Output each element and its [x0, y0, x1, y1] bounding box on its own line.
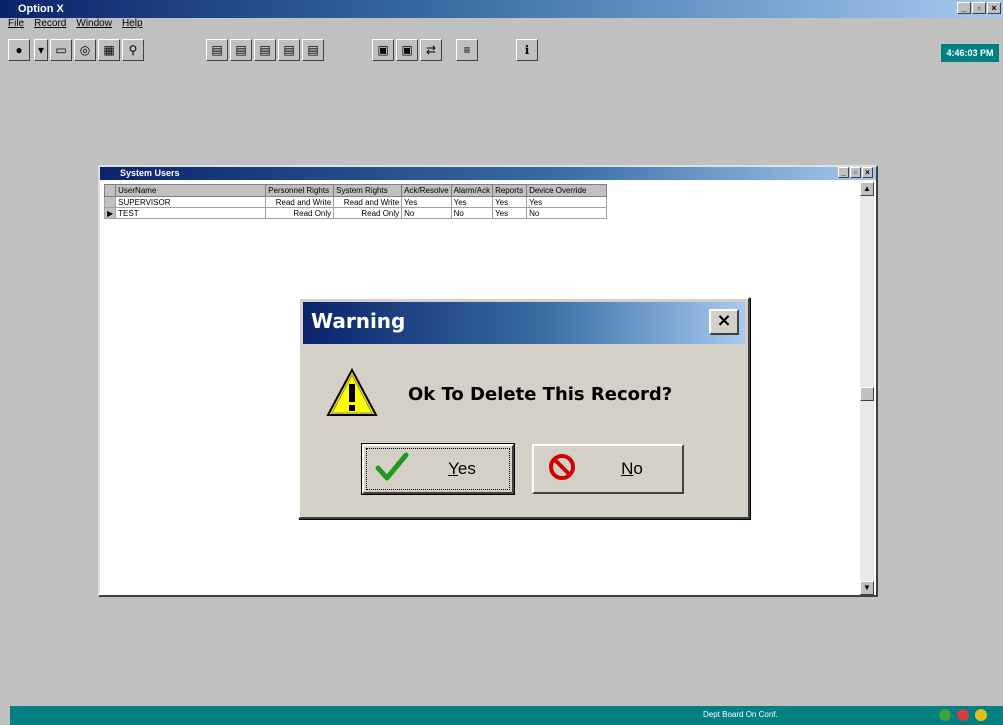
doc-icon-1[interactable]: ▤: [206, 39, 228, 61]
menu-file[interactable]: File: [8, 18, 24, 32]
dialog-titlebar: Warning ×: [303, 302, 745, 344]
checkmark-icon: [372, 452, 412, 487]
doc-icon-5[interactable]: ▤: [302, 39, 324, 61]
no-entry-icon: [542, 452, 582, 487]
app-titlebar: Option X _ ▫ ×: [0, 0, 1003, 18]
status-bar: Dept Board On Conf.: [10, 706, 1003, 725]
cell-alarm-ack[interactable]: No: [450, 207, 494, 219]
no-button-label: No: [621, 459, 643, 478]
cell-device-override[interactable]: No: [526, 207, 608, 219]
vertical-scrollbar[interactable]: ▲ ▼: [860, 182, 874, 595]
child-window-controls: _ ▫ ×: [838, 167, 873, 178]
col-personnel-rights[interactable]: Personnel Rights: [265, 184, 335, 197]
no-button[interactable]: No: [532, 444, 684, 494]
status-warn-icon: [975, 709, 987, 721]
info-icon[interactable]: ℹ: [516, 39, 538, 61]
cell-reports[interactable]: Yes: [492, 196, 528, 208]
col-alarm-ack[interactable]: Alarm/Ack: [450, 184, 494, 197]
cell-system-rights[interactable]: Read and Write: [333, 196, 403, 208]
cell-username[interactable]: SUPERVISOR: [115, 196, 267, 208]
device-icon[interactable]: ▣: [396, 39, 418, 61]
exit-icon[interactable]: ●: [8, 39, 30, 61]
cell-ack-resolve[interactable]: Yes: [401, 196, 452, 208]
restore-icon[interactable]: ▫: [972, 2, 986, 14]
scroll-thumb[interactable]: [860, 387, 874, 401]
yes-button[interactable]: Yes: [362, 444, 514, 494]
yes-button-label: Yes: [448, 459, 476, 478]
status-indicators: [939, 709, 987, 721]
close-icon[interactable]: ×: [987, 2, 1001, 14]
scroll-up-icon[interactable]: ▲: [860, 182, 874, 196]
minimize-icon[interactable]: _: [838, 167, 849, 178]
scroll-down-icon[interactable]: ▼: [860, 581, 874, 595]
restore-icon[interactable]: ▫: [850, 167, 861, 178]
search-icon[interactable]: ⚲: [122, 39, 144, 61]
dialog-title: Warning: [311, 309, 406, 333]
cell-ack-resolve[interactable]: No: [401, 207, 452, 219]
refresh-icon[interactable]: ⇄: [420, 39, 442, 61]
menu-bar: File Record Window Help: [0, 18, 143, 32]
table-row[interactable]: ▶ TEST Read Only Read Only No No Yes No: [103, 207, 608, 219]
warning-dialog: Warning × Ok To Delete This Record? Yes …: [298, 297, 750, 519]
cell-personnel-rights[interactable]: Read and Write: [265, 196, 335, 208]
table-row[interactable]: SUPERVISOR Read and Write Read and Write…: [103, 196, 608, 208]
col-ack-resolve[interactable]: Ack/Resolve: [401, 184, 452, 197]
alarm-icon[interactable]: ◎: [74, 39, 96, 61]
doc-icon-4[interactable]: ▤: [278, 39, 300, 61]
list-icon[interactable]: ≡: [456, 39, 478, 61]
col-username[interactable]: UserName: [115, 184, 267, 197]
system-users-titlebar: System Users _ ▫ ×: [100, 167, 876, 180]
system-users-title: System Users: [120, 168, 180, 178]
monitor-icon[interactable]: ▭: [50, 39, 72, 61]
cell-system-rights[interactable]: Read Only: [333, 207, 403, 219]
menu-record[interactable]: Record: [34, 18, 66, 32]
window-controls: _ ▫ ×: [957, 2, 1001, 14]
doc-icon-3[interactable]: ▤: [254, 39, 276, 61]
menu-window[interactable]: Window: [76, 18, 112, 32]
network-icon[interactable]: ▣: [372, 39, 394, 61]
warning-icon: [326, 367, 378, 416]
menu-help[interactable]: Help: [122, 18, 143, 32]
status-ok-icon: [939, 709, 951, 721]
status-alarm-icon: [957, 709, 969, 721]
clock-display: 4:46:03 PM: [941, 44, 999, 62]
app-title: Option X: [18, 3, 64, 15]
row-selector[interactable]: [103, 196, 117, 208]
cell-reports[interactable]: Yes: [492, 207, 528, 219]
cell-alarm-ack[interactable]: Yes: [450, 196, 494, 208]
status-text: Dept Board On Conf.: [703, 710, 778, 719]
calendar-icon[interactable]: ▦: [98, 39, 120, 61]
toolbar: ● ▾ ▭ ◎ ▦ ⚲ ▤ ▤ ▤ ▤ ▤ ▣ ▣ ⇄ ≡ ℹ 4:46:03 …: [0, 32, 1003, 66]
minimize-icon[interactable]: _: [957, 2, 971, 14]
col-system-rights[interactable]: System Rights: [333, 184, 403, 197]
cell-username[interactable]: TEST: [115, 207, 267, 219]
dropdown-icon[interactable]: ▾: [34, 39, 48, 61]
col-reports[interactable]: Reports: [492, 184, 528, 197]
close-icon[interactable]: ×: [709, 309, 739, 335]
cell-personnel-rights[interactable]: Read Only: [265, 207, 335, 219]
col-device-override[interactable]: Device Override: [526, 184, 608, 197]
dialog-message: Ok To Delete This Record?: [408, 384, 673, 405]
users-grid: UserName Personnel Rights System Rights …: [103, 184, 608, 219]
grid-header-row: UserName Personnel Rights System Rights …: [103, 184, 608, 197]
doc-icon-2[interactable]: ▤: [230, 39, 252, 61]
row-selector-header: [103, 184, 117, 197]
close-icon[interactable]: ×: [862, 167, 873, 178]
cell-device-override[interactable]: Yes: [526, 196, 608, 208]
row-selector[interactable]: ▶: [103, 207, 117, 219]
